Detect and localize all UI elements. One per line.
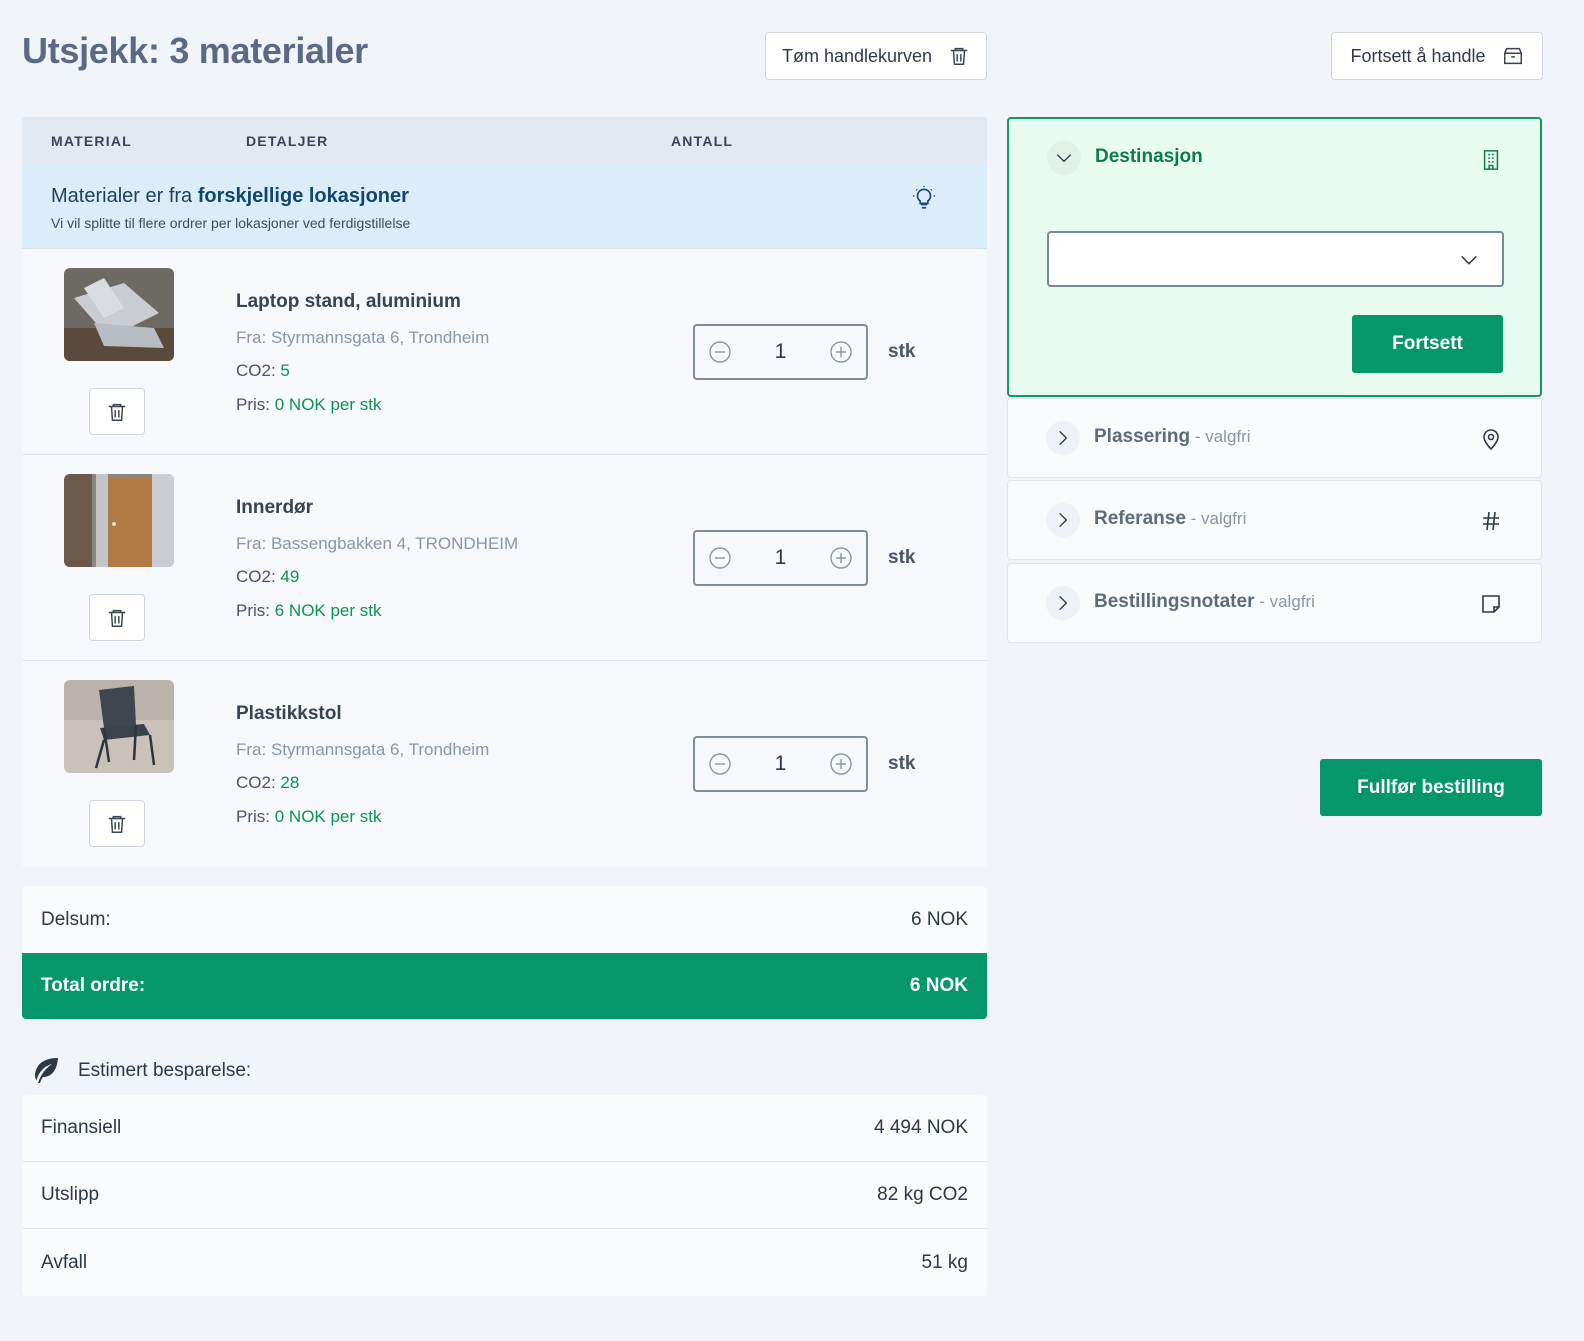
trash-icon	[950, 47, 968, 65]
total-row: Total ordre: 6 NOK	[22, 953, 987, 1019]
clear-cart-button[interactable]: Tøm handlekurven	[765, 32, 987, 80]
subtotal-label: Delsum:	[41, 908, 111, 930]
multi-location-notice: Materialer er fra forskjellige lokasjone…	[22, 163, 987, 249]
column-header-material: MATERIAL	[51, 133, 132, 149]
item-price: Pris: 0 NOK per stk	[236, 395, 382, 414]
reference-toggle[interactable]	[1046, 503, 1080, 537]
destination-select[interactable]	[1047, 231, 1504, 287]
item-image-laptop-stand	[64, 268, 174, 361]
item-name: Laptop stand, aluminium	[236, 291, 461, 312]
item-image-chair	[64, 680, 174, 773]
minus-circle-icon[interactable]	[708, 340, 732, 364]
destination-toggle[interactable]	[1047, 141, 1081, 175]
cart-table: MATERIAL DETALJER ANTALL Materialer er f…	[22, 117, 987, 867]
item-co2: CO2: 49	[236, 567, 300, 586]
item-location: Fra: Bassengbakken 4, TRONDHEIM	[236, 534, 519, 553]
destination-continue-button[interactable]: Fortsett	[1352, 315, 1503, 373]
savings-row-financial: Finansiell 4 494 NOK	[22, 1095, 987, 1162]
quantity-unit: stk	[888, 341, 916, 362]
quantity-value[interactable]: 1	[775, 546, 787, 570]
savings-row-emissions: Utslipp 82 kg CO2	[22, 1162, 987, 1229]
item-name: Plastikkstol	[236, 703, 342, 724]
leaf-icon	[35, 1058, 58, 1083]
order-notes-label: Bestillingsnotater - valgfri	[1094, 591, 1315, 612]
location-section[interactable]: Plassering - valgfri	[1007, 398, 1542, 478]
quantity-value[interactable]: 1	[775, 340, 787, 364]
savings-row-waste: Avfall 51 kg	[41, 1251, 968, 1273]
item-co2: CO2: 28	[236, 773, 300, 792]
item-price: Pris: 6 NOK per stk	[236, 601, 382, 620]
continue-shopping-label: Fortsett å handle	[1350, 45, 1486, 66]
chevron-down-icon	[1461, 255, 1477, 265]
archive-box-icon	[1503, 47, 1522, 65]
clear-cart-label: Tøm handlekurven	[781, 45, 933, 66]
map-pin-icon	[1483, 429, 1499, 451]
chevron-right-icon	[1059, 430, 1068, 446]
delete-item-button[interactable]	[89, 594, 145, 641]
total-label: Total ordre:	[41, 975, 146, 996]
column-header-quantity: ANTALL	[671, 133, 734, 149]
delete-item-button[interactable]	[89, 388, 145, 435]
column-header-details: DETALJER	[246, 133, 329, 149]
reference-label: Referanse - valgfri	[1094, 508, 1247, 529]
trash-icon	[108, 815, 126, 833]
building-icon	[1483, 150, 1499, 170]
notice-subtitle: Vi vil splitte til flere ordrer per loka…	[51, 215, 411, 231]
subtotal-value: 6 NOK	[910, 908, 968, 930]
cart-item: Plastikkstol Fra: Styrmannsgata 6, Trond…	[22, 661, 987, 867]
quantity-unit: stk	[888, 547, 916, 568]
quantity-unit: stk	[888, 753, 916, 774]
total-value: 6 NOK	[909, 975, 968, 996]
item-location: Fra: Styrmannsgata 6, Trondheim	[236, 740, 490, 759]
quantity-stepper[interactable]: 1	[693, 324, 868, 380]
reference-section[interactable]: Referanse - valgfri	[1007, 480, 1542, 560]
continue-shopping-button[interactable]: Fortsett å handle	[1331, 32, 1543, 80]
trash-icon	[108, 609, 126, 627]
cart-item: Innerdør Fra: Bassengbakken 4, TRONDHEIM…	[22, 455, 987, 661]
chevron-down-icon	[1056, 154, 1072, 163]
item-co2: CO2: 5	[236, 361, 290, 380]
notice-title: Materialer er fra forskjellige lokasjone…	[51, 185, 409, 207]
subtotal-row: Delsum: 6 NOK	[22, 886, 987, 953]
item-price: Pris: 0 NOK per stk	[236, 807, 382, 826]
minus-circle-icon[interactable]	[708, 546, 732, 570]
order-totals: Delsum: 6 NOK Total ordre: 6 NOK	[22, 886, 987, 1019]
item-name: Innerdør	[236, 497, 314, 518]
delete-item-button[interactable]	[89, 800, 145, 847]
plus-circle-icon[interactable]	[829, 546, 853, 570]
location-label: Plassering - valgfri	[1094, 426, 1251, 447]
finish-order-button[interactable]: Fullfør bestilling	[1320, 759, 1542, 816]
location-toggle[interactable]	[1046, 421, 1080, 455]
savings-title: Estimert besparelse:	[30, 1055, 251, 1087]
quantity-value[interactable]: 1	[775, 752, 787, 776]
note-icon	[1482, 595, 1500, 613]
quantity-stepper[interactable]: 1	[693, 736, 868, 792]
item-image-door	[64, 474, 174, 567]
chevron-right-icon	[1059, 595, 1068, 611]
plus-circle-icon[interactable]	[829, 752, 853, 776]
cart-item: Laptop stand, aluminium Fra: Styrmannsga…	[22, 249, 987, 455]
savings-table: Finansiell 4 494 NOK Utslipp 82 kg CO2 A…	[22, 1095, 987, 1296]
destination-label: Destinasjon	[1095, 146, 1203, 167]
hash-icon	[1483, 511, 1499, 531]
trash-icon	[108, 403, 126, 421]
plus-circle-icon[interactable]	[829, 340, 853, 364]
order-notes-toggle[interactable]	[1046, 586, 1080, 620]
notice-highlight: forskjellige lokasjoner	[197, 185, 409, 207]
cart-table-header: MATERIAL DETALJER ANTALL	[22, 117, 987, 163]
destination-section: Destinasjon Fortsett	[1007, 117, 1542, 397]
chevron-right-icon	[1059, 512, 1068, 528]
page-title: Utsjekk: 3 materialer	[22, 30, 368, 71]
minus-circle-icon[interactable]	[708, 752, 732, 776]
item-location: Fra: Styrmannsgata 6, Trondheim	[236, 328, 490, 347]
quantity-stepper[interactable]: 1	[693, 530, 868, 586]
lightbulb-icon	[913, 186, 935, 209]
order-notes-section[interactable]: Bestillingsnotater - valgfri	[1007, 563, 1542, 643]
